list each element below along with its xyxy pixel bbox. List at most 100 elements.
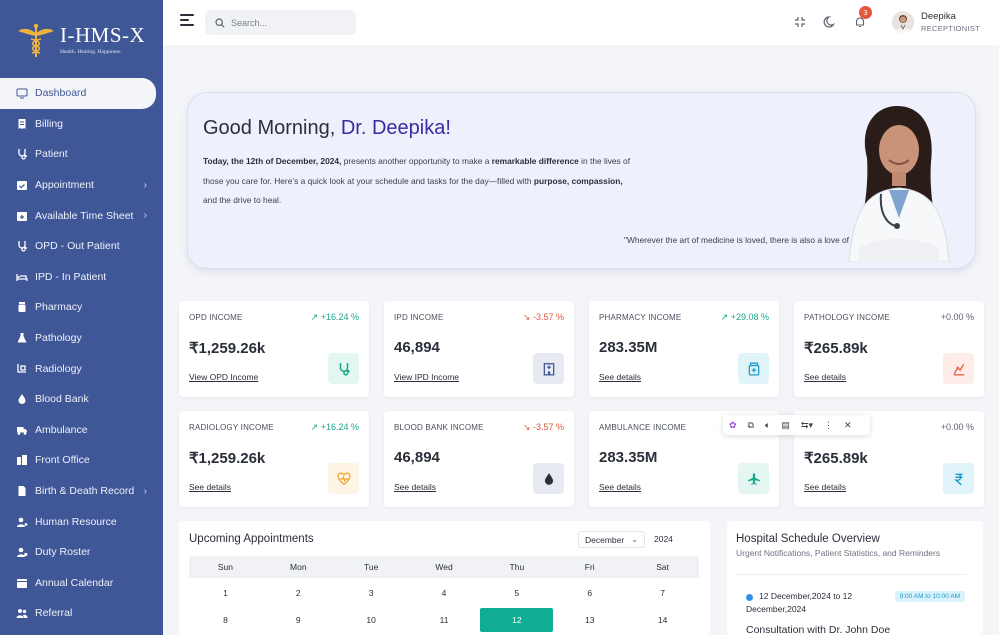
income-badge xyxy=(943,353,974,384)
blood-drop-icon xyxy=(544,472,553,485)
sidebar-item-pharmacy[interactable]: Pharmacy xyxy=(0,292,163,323)
calendar-day[interactable]: 9 xyxy=(262,608,335,632)
income-change: +0.00 % xyxy=(940,312,974,322)
calendar-day[interactable]: 11 xyxy=(408,608,481,632)
income-change: ↗ +16.24 % xyxy=(310,422,359,432)
income-details-link[interactable]: View IPD Income xyxy=(394,372,459,382)
speaker-icon[interactable]: 🔈︎ xyxy=(765,420,770,431)
pill-bottle-icon xyxy=(16,301,28,313)
income-details-link[interactable]: See details xyxy=(804,372,846,382)
calendar-day[interactable]: 7 xyxy=(626,581,699,605)
sidebar-item-label: Patient xyxy=(35,148,68,161)
sidebar-item-label: OPD - Out Patient xyxy=(35,240,120,253)
weekday-label: Sat xyxy=(656,562,669,572)
stethoscope-icon xyxy=(339,362,350,376)
year-label[interactable]: 2024 xyxy=(654,534,673,544)
sidebar-item-ambulance[interactable]: Ambulance xyxy=(0,415,163,446)
sidebar-item-label: Front Office xyxy=(35,454,90,467)
hamburger-menu-icon[interactable] xyxy=(180,14,194,28)
income-badge xyxy=(328,353,359,384)
weekday-label: Tue xyxy=(363,562,379,572)
sidebar-item-radiology[interactable]: Radiology xyxy=(0,353,163,384)
sidebar-nav: Dashboard Billing Patient Appointment › Avail… xyxy=(0,78,163,629)
doctor-name: Dr. Deepika! xyxy=(340,117,451,139)
search-input[interactable] xyxy=(231,17,341,28)
calendar-day[interactable]: 13 xyxy=(553,608,626,632)
calendar: Sun Mon Tue Wed Thu Fri Sat 1 2 3 4 5 6 7 8 9 10 11 12 13 1… xyxy=(189,556,699,632)
flask-icon xyxy=(16,332,28,344)
calendar-day[interactable]: 10 xyxy=(335,608,408,632)
sidebar-item-duty-roster[interactable]: Duty Roster xyxy=(0,537,163,568)
income-card: PATHOLOGY INCOME +0.00 % ₹265.89k See detai… xyxy=(794,301,984,397)
user-role: RECEPTIONIST xyxy=(921,24,981,33)
income-value: ₹1,259.26k xyxy=(189,340,266,357)
medicine-icon xyxy=(748,362,759,375)
calendar-day-today[interactable]: 12 xyxy=(480,608,554,632)
income-value: ₹265.89k xyxy=(804,340,868,357)
calculator-icon[interactable]: ▤ xyxy=(781,420,790,431)
user-avatar[interactable] xyxy=(892,11,914,33)
chevron-down-icon: ⌄ xyxy=(631,535,638,544)
income-details-link[interactable]: See details xyxy=(599,372,641,382)
brand-logo[interactable]: I-HMS-X Health. Healing. Happiness xyxy=(0,0,163,78)
sidebar-item-patient[interactable]: Patient xyxy=(0,139,163,170)
search-box[interactable] xyxy=(205,10,356,35)
sidebar-item-billing[interactable]: Billing xyxy=(0,109,163,140)
user-name[interactable]: Deepika xyxy=(921,11,956,22)
sidebar-item-referral[interactable]: Referral xyxy=(0,598,163,629)
calendar-day[interactable]: 4 xyxy=(408,581,481,605)
sidebar-item-label: Blood Bank xyxy=(35,393,89,406)
income-value: 283.35M xyxy=(599,449,658,466)
income-change: ↘ -3.57 % xyxy=(522,312,564,322)
sidebar-item-dashboard[interactable]: Dashboard xyxy=(0,78,156,109)
sidebar-item-available-time-sheet[interactable]: Available Time Sheet › xyxy=(0,200,163,231)
sidebar-item-label: Radiology xyxy=(35,362,82,375)
fullscreen-exit-icon[interactable] xyxy=(793,15,807,29)
close-icon[interactable]: ✕ xyxy=(844,420,852,431)
calendar-day[interactable]: 1 xyxy=(189,581,262,605)
calendar-day[interactable]: 3 xyxy=(335,581,408,605)
upcoming-appointments-panel: Upcoming Appointments December ⌄ 2024 Sun… xyxy=(179,521,710,635)
sidebar-item-opd-out-patient[interactable]: OPD - Out Patient xyxy=(0,231,163,262)
rupee-icon xyxy=(953,473,962,485)
sidebar-item-label: Dashboard xyxy=(35,87,87,100)
income-card-label: IPD INCOME xyxy=(394,313,444,322)
dark-mode-moon-icon[interactable] xyxy=(823,15,837,29)
sidebar-item-annual-calendar[interactable]: Annual Calendar xyxy=(0,568,163,599)
income-value: 46,894 xyxy=(394,449,440,466)
income-details-link[interactable]: See details xyxy=(189,482,231,492)
calendar-week-row: 1234567 xyxy=(189,581,699,605)
income-card-label: BLOOD BANK INCOME xyxy=(394,423,484,432)
more-options-icon[interactable]: ⋮ xyxy=(824,420,833,431)
receipt-icon xyxy=(16,118,28,130)
weekday-label: Wed xyxy=(435,562,453,572)
calendar-day[interactable]: 6 xyxy=(553,581,626,605)
sidebar-item-birth-death-record[interactable]: Birth & Death Record › xyxy=(0,476,163,507)
schedule-item[interactable]: 12 December,2024 to 12 December,2024 9:0… xyxy=(736,574,967,635)
income-badge xyxy=(943,463,974,494)
weekday-label: Thu xyxy=(509,562,525,572)
calendar-day[interactable]: 8 xyxy=(189,608,262,632)
calendar-day[interactable]: 2 xyxy=(262,581,335,605)
lab-chart-icon xyxy=(953,363,964,375)
sidebar-item-appointment[interactable]: Appointment › xyxy=(0,170,163,201)
sidebar-item-front-office[interactable]: Front Office xyxy=(0,445,163,476)
calendar-day[interactable]: 14 xyxy=(626,608,699,632)
sidebar-item-blood-bank[interactable]: Blood Bank xyxy=(0,384,163,415)
calendar-day[interactable]: 5 xyxy=(480,581,553,605)
sidebar-item-pathology[interactable]: Pathology xyxy=(0,323,163,354)
color-palette-icon[interactable]: ✿ xyxy=(729,420,737,431)
sidebar-item-human-resource[interactable]: Human Resource xyxy=(0,506,163,537)
income-details-link[interactable]: See details xyxy=(599,482,641,492)
income-change: ↗ +29.08 % xyxy=(720,312,769,322)
sidebar-item-label: Annual Calendar xyxy=(35,576,114,589)
copy-icon[interactable]: ⧉ xyxy=(748,420,754,431)
income-card: BLOOD BANK INCOME ↘ -3.57 % 46,894 See deta… xyxy=(384,411,574,507)
income-details-link[interactable]: See details xyxy=(804,482,846,492)
sidebar-item-ipd-in-patient[interactable]: IPD - In Patient xyxy=(0,262,163,293)
income-card: IPD INCOME ↘ -3.57 % 46,894 View IPD Income xyxy=(384,301,574,397)
income-details-link[interactable]: See details xyxy=(394,482,436,492)
translate-icon[interactable]: ⇆▾ xyxy=(801,420,813,431)
month-select[interactable]: December ⌄ xyxy=(578,531,645,548)
income-details-link[interactable]: View OPD Income xyxy=(189,372,258,382)
